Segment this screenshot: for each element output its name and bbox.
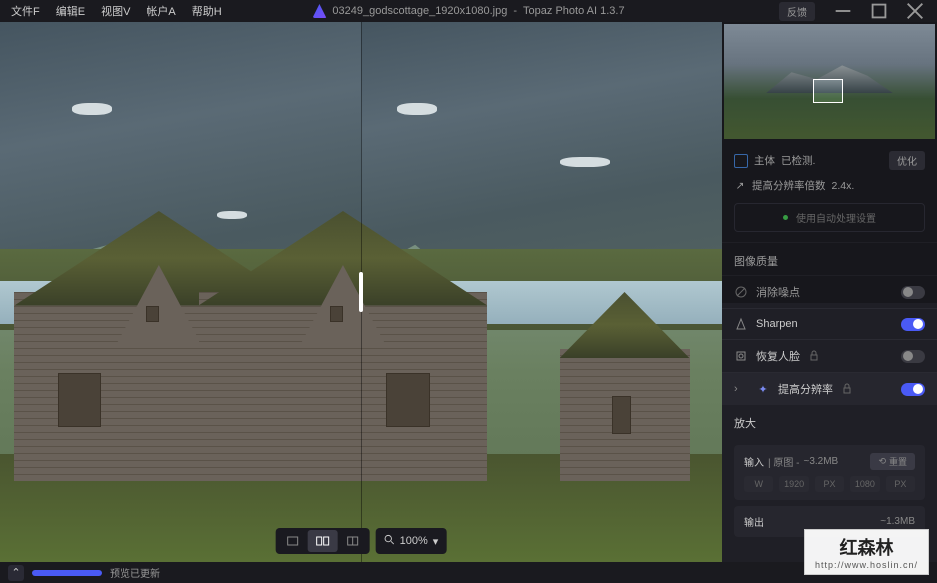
- menu-edit[interactable]: 编辑E: [49, 1, 92, 21]
- titlebar: 文件F 编辑E 视图V 帐户A 帮助H 03249_godscottage_19…: [0, 0, 937, 22]
- input-size: ~3.2MB: [803, 456, 838, 467]
- denoise-label: 消除噪点: [756, 284, 800, 300]
- main-menu: 文件F 编辑E 视图V 帐户A 帮助H: [4, 1, 229, 21]
- view-side-button[interactable]: [338, 530, 368, 552]
- refine-button[interactable]: 优化: [889, 151, 925, 170]
- filename-text: 03249_godscottage_1920x1080.jpg: [332, 5, 507, 17]
- view-single-button[interactable]: [278, 530, 308, 552]
- comparison-slider-handle[interactable]: [359, 272, 363, 312]
- enlarge-section-title: 放大: [722, 405, 937, 437]
- upscale-label: 提高分辨率倍数: [752, 178, 826, 193]
- window-title: 03249_godscottage_1920x1080.jpg - Topaz …: [312, 4, 624, 18]
- px-label-2: PX: [886, 476, 915, 492]
- lock-icon: [841, 383, 853, 395]
- navigator-thumbnail[interactable]: [724, 24, 935, 139]
- face-label: 恢复人脸: [756, 348, 800, 364]
- status-bar: ⌃ 预览已更新: [0, 562, 937, 583]
- menu-file[interactable]: 文件F: [4, 1, 47, 21]
- minimize-button[interactable]: [825, 0, 861, 22]
- view-controls: 100% ▾: [276, 528, 447, 554]
- sharpen-label: Sharpen: [756, 318, 798, 330]
- status-text: 预览已更新: [110, 565, 160, 580]
- autopilot-panel: 主体 已检测. 优化 ↗ 提高分辨率倍数 2.4x. 使用自动处理设置: [722, 141, 937, 243]
- app-logo-icon: [312, 4, 326, 18]
- denoise-icon: [734, 285, 748, 299]
- status-dot-icon: [783, 215, 788, 220]
- denoise-item[interactable]: 消除噪点: [722, 275, 937, 308]
- upscale-arrow-icon: ↗: [734, 180, 746, 192]
- window-controls: 反馈: [779, 0, 933, 22]
- detected-text: 已检测.: [781, 153, 815, 168]
- menu-help[interactable]: 帮助H: [185, 1, 229, 21]
- chevron-right-icon: ›: [734, 383, 744, 395]
- sharpen-item[interactable]: Sharpen: [722, 308, 937, 339]
- main-area: 100% ▾ 主体 已检测. 优化 ↗ 提高分辨率倍数 2.4x. 使用自动处理…: [0, 22, 937, 562]
- subject-detect-icon: [734, 154, 748, 168]
- input-label: 输入: [744, 454, 764, 469]
- navigator-viewport-box[interactable]: [813, 79, 843, 103]
- sharpen-toggle[interactable]: [901, 318, 925, 331]
- autopilot-settings-button[interactable]: 使用自动处理设置: [734, 203, 925, 232]
- app-name-text: Topaz Photo AI 1.3.7: [523, 5, 625, 17]
- expand-button[interactable]: ⌃: [8, 565, 24, 581]
- width-value[interactable]: 1920: [779, 476, 808, 492]
- width-label: W: [744, 476, 773, 492]
- view-split-button[interactable]: [308, 530, 338, 552]
- face-recovery-item[interactable]: 恢复人脸: [722, 339, 937, 372]
- feedback-button[interactable]: 反馈: [779, 2, 815, 21]
- upscale-factor: 2.4x.: [832, 180, 855, 192]
- upscale-item[interactable]: › ✦ 提高分辨率: [722, 372, 937, 405]
- zoom-level: 100%: [400, 535, 428, 547]
- subject-label: 主体: [754, 153, 775, 168]
- denoise-toggle[interactable]: [901, 286, 925, 299]
- upscale-item-label: 提高分辨率: [778, 381, 833, 397]
- face-icon: [734, 349, 748, 363]
- zoom-icon: [384, 534, 395, 548]
- sparkle-icon: ✦: [756, 382, 770, 396]
- input-note: | 原图 -: [768, 454, 799, 469]
- watermark: 红森林 http://www.hoslin.cn/: [804, 529, 929, 575]
- menu-account[interactable]: 帐户A: [139, 1, 182, 21]
- lock-icon: [808, 350, 820, 362]
- sidebar: 主体 已检测. 优化 ↗ 提高分辨率倍数 2.4x. 使用自动处理设置 图像质量…: [722, 22, 937, 562]
- reset-button[interactable]: ⟲重置: [870, 453, 915, 470]
- sharpen-icon: [734, 317, 748, 331]
- watermark-title: 红森林: [815, 534, 918, 560]
- quality-section-title: 图像质量: [722, 243, 937, 275]
- input-box: 输入 | 原图 - ~3.2MB ⟲重置 W 1920 PX 1080 PX: [734, 445, 925, 500]
- watermark-url: http://www.hoslin.cn/: [815, 560, 918, 570]
- chevron-down-icon: ▾: [433, 535, 439, 548]
- output-label: 输出: [744, 514, 764, 529]
- px-label: PX: [815, 476, 844, 492]
- preview-canvas[interactable]: 100% ▾: [0, 22, 722, 562]
- maximize-button[interactable]: [861, 0, 897, 22]
- height-value[interactable]: 1080: [850, 476, 879, 492]
- menu-view[interactable]: 视图V: [94, 1, 137, 21]
- zoom-control[interactable]: 100% ▾: [376, 528, 447, 554]
- close-button[interactable]: [897, 0, 933, 22]
- progress-bar: [32, 570, 102, 576]
- output-size: ~1.3MB: [880, 516, 915, 527]
- upscale-toggle[interactable]: [901, 383, 925, 396]
- face-toggle[interactable]: [901, 350, 925, 363]
